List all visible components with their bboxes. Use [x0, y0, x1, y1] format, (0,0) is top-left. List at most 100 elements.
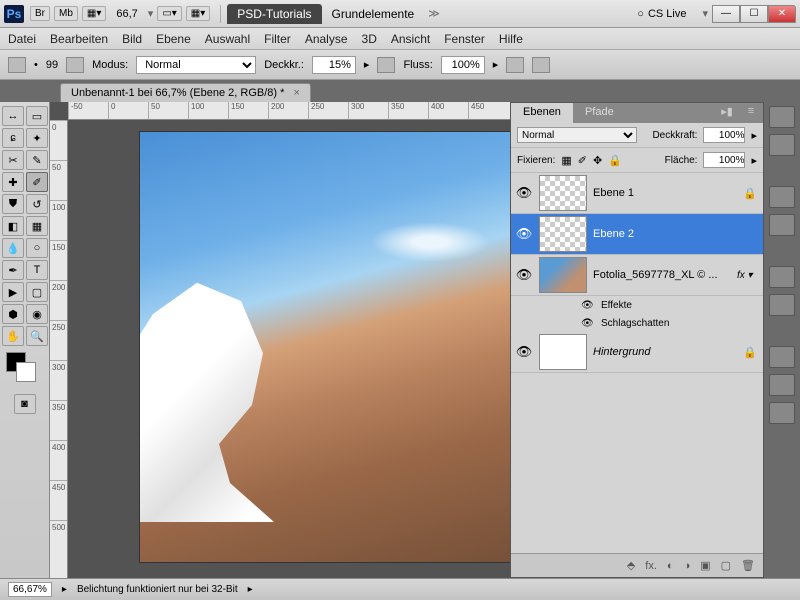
canvas[interactable]: [140, 132, 510, 562]
menu-ansicht[interactable]: Ansicht: [391, 32, 430, 46]
layer-blend-mode-select[interactable]: Normal: [517, 127, 637, 143]
layer-thumbnail[interactable]: [539, 334, 587, 370]
view-extras-button[interactable]: ▭▾: [157, 6, 181, 21]
lasso-tool[interactable]: ɕ: [2, 128, 24, 148]
close-button[interactable]: ✕: [768, 5, 796, 23]
lock-transparency-button[interactable]: ▦: [561, 154, 571, 167]
layer-row[interactable]: 👁 Fotolia_5697778_XL © ... fx ▾: [511, 255, 763, 296]
panel-menu-icon[interactable]: ≡: [739, 103, 763, 123]
tablet-opacity-button[interactable]: [377, 57, 395, 73]
actions-panel-icon[interactable]: [769, 374, 795, 396]
3d-tool[interactable]: ⬢: [2, 304, 24, 324]
brush-tool-icon[interactable]: [8, 57, 26, 73]
minibridge-button[interactable]: Mb: [54, 6, 78, 21]
3d-camera-tool[interactable]: ◉: [26, 304, 48, 324]
chevron-down-icon[interactable]: ▾: [148, 7, 154, 20]
crop-tool[interactable]: ✂: [2, 150, 24, 170]
styles-panel-icon[interactable]: [769, 186, 795, 208]
cslive-button[interactable]: CS Live: [637, 8, 686, 20]
minimize-button[interactable]: —: [712, 5, 740, 23]
layer-effects-row[interactable]: 👁 Effekte: [511, 296, 763, 314]
history-brush-tool[interactable]: ↺: [26, 194, 48, 214]
menu-3d[interactable]: 3D: [362, 32, 377, 46]
new-layer-button[interactable]: ▢: [721, 559, 731, 572]
lock-position-button[interactable]: ✥: [593, 154, 602, 167]
brush-tool[interactable]: ✐: [26, 172, 48, 192]
wand-tool[interactable]: ✦: [26, 128, 48, 148]
brush-size[interactable]: 99: [46, 59, 58, 71]
adjustments-panel-icon[interactable]: [769, 214, 795, 236]
layer-row[interactable]: 👁 Hintergrund 🔒: [511, 332, 763, 373]
close-tab-icon[interactable]: ×: [293, 87, 299, 99]
move-tool[interactable]: ↔: [2, 106, 24, 126]
marquee-tool[interactable]: ▭: [26, 106, 48, 126]
lock-pixels-button[interactable]: ✐: [578, 154, 587, 167]
delete-layer-button[interactable]: 🗑: [741, 559, 755, 572]
chevron-icon[interactable]: ▸: [751, 154, 757, 167]
airbrush-button[interactable]: [506, 57, 524, 73]
menu-filter[interactable]: Filter: [264, 32, 291, 46]
chevron-icon[interactable]: ▸: [364, 58, 370, 71]
tablet-size-button[interactable]: [532, 57, 550, 73]
gradient-tool[interactable]: ▦: [26, 216, 48, 236]
menu-bild[interactable]: Bild: [122, 32, 142, 46]
layer-effect-dropshadow[interactable]: 👁 Schlagschatten: [511, 314, 763, 332]
panel-collapse-icon[interactable]: ▸▮: [715, 103, 739, 123]
adjustment-layer-button[interactable]: ◑: [684, 560, 691, 572]
document-tab[interactable]: Unbenannt-1 bei 66,7% (Ebene 2, RGB/8) *…: [60, 83, 311, 102]
status-zoom[interactable]: 66,67%: [8, 582, 52, 597]
chevron-icon[interactable]: ▸: [493, 58, 499, 71]
maximize-button[interactable]: ☐: [740, 5, 768, 23]
workspace-tab-active[interactable]: PSD-Tutorials: [227, 4, 321, 24]
fill-input[interactable]: [703, 152, 745, 168]
layer-thumbnail[interactable]: [539, 257, 587, 293]
visibility-icon[interactable]: 👁: [515, 344, 533, 360]
brush-preset-button[interactable]: [66, 57, 84, 73]
menu-ebene[interactable]: Ebene: [156, 32, 191, 46]
channels-panel-icon[interactable]: [769, 294, 795, 316]
visibility-icon[interactable]: 👁: [515, 267, 533, 283]
layer-thumbnail[interactable]: [539, 175, 587, 211]
layer-mask-button[interactable]: ◐: [667, 560, 674, 572]
bridge-button[interactable]: Br: [30, 6, 50, 21]
menu-fenster[interactable]: Fenster: [444, 32, 485, 46]
link-layers-button[interactable]: ⬘: [627, 559, 635, 572]
blur-tool[interactable]: 💧: [2, 238, 24, 258]
tab-layers[interactable]: Ebenen: [511, 103, 573, 123]
workspace-more-icon[interactable]: ≫: [428, 7, 440, 20]
background-color[interactable]: [16, 362, 36, 382]
pen-tool[interactable]: ✒: [2, 260, 24, 280]
opacity-input[interactable]: [312, 56, 356, 74]
workspace-tab[interactable]: Grundelemente: [322, 4, 425, 24]
layer-name[interactable]: Hintergrund: [593, 346, 743, 358]
type-tool[interactable]: T: [26, 260, 48, 280]
fx-icon[interactable]: fx ▾: [737, 270, 759, 281]
stamp-tool[interactable]: ⛊: [2, 194, 24, 214]
eraser-tool[interactable]: ◧: [2, 216, 24, 236]
masks-panel-icon[interactable]: [769, 266, 795, 288]
layer-thumbnail[interactable]: [539, 216, 587, 252]
blend-mode-select[interactable]: Normal: [136, 56, 256, 74]
menu-bearbeiten[interactable]: Bearbeiten: [50, 32, 108, 46]
menu-hilfe[interactable]: Hilfe: [499, 32, 523, 46]
layer-name[interactable]: Ebene 1: [593, 187, 743, 199]
visibility-icon[interactable]: 👁: [581, 318, 595, 329]
color-panel-icon[interactable]: [769, 106, 795, 128]
history-panel-icon[interactable]: [769, 346, 795, 368]
visibility-icon[interactable]: 👁: [515, 185, 533, 201]
hand-tool[interactable]: ✋: [2, 326, 24, 346]
zoom-tool[interactable]: 🔍: [26, 326, 48, 346]
layer-name[interactable]: Fotolia_5697778_XL © ...: [593, 269, 737, 281]
shape-tool[interactable]: ▢: [26, 282, 48, 302]
status-picker-icon[interactable]: ▸: [62, 584, 67, 595]
chevron-down-icon[interactable]: ▾: [702, 7, 708, 20]
healing-tool[interactable]: ✚: [2, 172, 24, 192]
layer-style-button[interactable]: fx.: [645, 560, 657, 572]
path-select-tool[interactable]: ▶: [2, 282, 24, 302]
screen-mode-button[interactable]: ▦▾: [82, 6, 106, 21]
dodge-tool[interactable]: ○: [26, 238, 48, 258]
menu-auswahl[interactable]: Auswahl: [205, 32, 250, 46]
arrange-button[interactable]: ▦▾: [186, 6, 210, 21]
layer-row[interactable]: 👁 Ebene 2: [511, 214, 763, 255]
visibility-icon[interactable]: 👁: [581, 300, 595, 311]
